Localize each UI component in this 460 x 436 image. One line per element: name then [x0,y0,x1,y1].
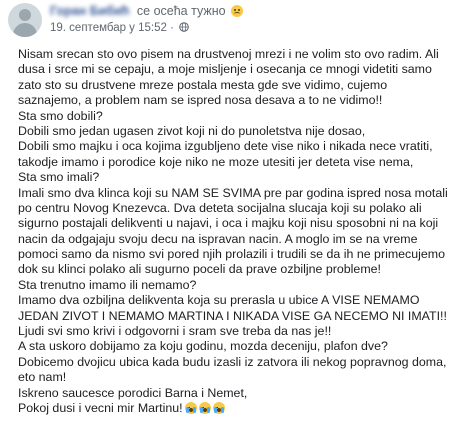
post-text-line: A sta uskoro dobijamo za koju godinu, mo… [18,339,454,354]
sad-face-icon [231,5,244,17]
post-text-line-content: po centru Novog Knezevca. Dva deteta soc… [18,200,422,215]
post-text-line-content: Imamo dva ozbiljna delikventa koja su pr… [18,293,420,308]
post-meta: 19. септембар у 15:52 · [50,22,189,34]
post-text-line-content: eto nam! [18,370,67,385]
post-text-line: Dobicemo dvojicu ubica kada budu izasli … [18,355,454,370]
author-line: Горан Бибић се осећа тужно [50,4,244,18]
crying-face-icon [184,401,197,414]
crying-face-icon [198,401,211,414]
post-text-line: saznajemo, a problem nam se ispred nosa … [18,93,454,108]
post-text-line-content: Sta smo dobili? [18,108,103,123]
post-text-line-content: Iskreno saucesce porodici Barna i Nemet, [18,385,248,400]
post-text-line-content: saznajemo, a problem nam se ispred nosa … [18,93,383,108]
post-text-line: Dobili smo majku i oca kojima izgubljeno… [18,139,454,154]
post-text-line: Pokoj dusi i vecni mir Martinu! [18,401,454,416]
post-text-line-content: dusa i srce mi se cepaju, a moje misljen… [18,62,432,77]
post-text-line: zato sto su drustvene mreze postala mest… [18,78,454,93]
post-text-line-content: takodje imamo i porodice koje niko ne mo… [18,154,414,169]
post-text-line-content: Imali smo dva klinca koji su NAM SE SVIM… [18,185,448,200]
post-text-line: Nisam srecan sto ovo pisem na drustvenoj… [18,47,454,62]
post-text-line: eto nam! [18,370,454,385]
author-name-link[interactable]: Горан Бибић [50,4,129,18]
post-text-line: Ljudi svi smo krivi i odgovorni i sram s… [18,324,454,339]
post-text-line: Sta smo dobili? [18,109,454,124]
post-text-line: JEDAN ZIVOT I NEMAMO MARTINA I NIKADA VI… [18,309,454,324]
post-text-line-content: Dobili smo jedan ugasen zivot koji ni do… [18,123,366,138]
avatar-body-shape [13,23,37,37]
post-header: Горан Бибић се осећа тужно 19. септембар… [0,0,460,42]
post-text-line: Sta smo imali? [18,170,454,185]
post-text: Nisam srecan sto ovo pisem na drustvenoj… [18,47,454,416]
facebook-post: Горан Бибић се осећа тужно 19. септембар… [0,0,460,436]
crying-face-icon [212,401,225,414]
post-text-line: Dobili smo jedan ugasen zivot koji ni do… [18,124,454,139]
post-text-line-content: Ljudi svi smo krivi i odgovorni i sram s… [18,324,332,339]
post-text-line: Imali smo dva klinca koji su NAM SE SVIM… [18,186,454,201]
post-text-line-content: dok su klinci polako ali sugurno poceli … [18,262,381,277]
post-date-link[interactable]: 19. септембар у 15:52 [50,22,167,34]
post-text-line: po centru Novog Knezevca. Dva deteta soc… [18,201,454,216]
post-text-line-content: Sta trenutno imamo ili nemamo? [18,277,197,292]
post-text-line: takodje imamo i porodice koje niko ne mo… [18,155,454,170]
post-text-line: dusa i srce mi se cepaju, a moje misljen… [18,62,454,77]
meta-separator: · [170,22,174,34]
post-text-line-content: Sta smo imali? [18,170,100,185]
avatar[interactable] [8,3,42,37]
post-text-line-content: Pokoj dusi i vecni mir Martinu! [18,400,183,415]
avatar-head-shape [19,9,31,21]
post-text-line: Sta trenutno imamo ili nemamo? [18,278,454,293]
post-text-line: dok su klinci polako ali sugurno poceli … [18,262,454,277]
post-text-line: Imamo dva ozbiljna delikventa koja su pr… [18,293,454,308]
post-text-line: sigurno postajali delikventi u najavi, i… [18,216,454,231]
post-text-line-content: Dobicemo dvojicu ubica kada budu izasli … [18,354,447,369]
post-text-line: pomoci samo da nismo svi pored njih prol… [18,247,454,262]
post-text-line-content: JEDAN ZIVOT I NEMAMO MARTINA I NIKADA VI… [18,308,447,323]
post-text-line-content: zato sto su drustvene mreze postala mest… [18,77,388,92]
post-text-line-content: A sta uskoro dobijamo za koju godinu, mo… [18,339,388,354]
post-text-line-content: Nisam srecan sto ovo pisem na drustvenoj… [18,47,439,61]
feeling-text: се осећа тужно [136,4,226,18]
post-text-line-content: nacin da odgajaju svoju decu na ispravan… [18,231,418,246]
post-text-line: Iskreno saucesce porodici Barna i Nemet, [18,386,454,401]
globe-icon[interactable] [179,22,189,32]
post-text-line-content: sigurno postajali delikventi u najavi, i… [18,216,439,231]
post-text-line-content: Dobili smo majku i oca kojima izgubljeno… [18,139,433,154]
post-text-line-content: pomoci samo da nismo svi pored njih prol… [18,247,445,262]
post-text-line: nacin da odgajaju svoju decu na ispravan… [18,232,454,247]
